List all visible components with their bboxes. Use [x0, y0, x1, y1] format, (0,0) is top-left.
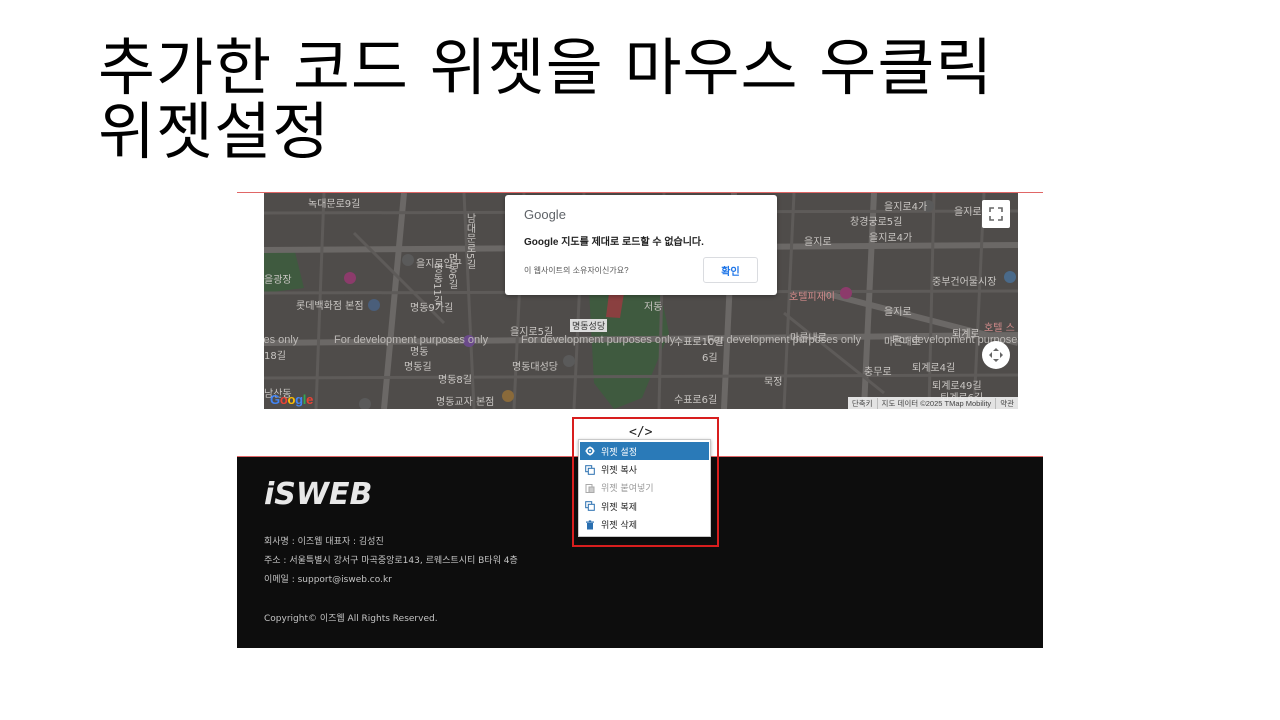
menu-item-widget-settings[interactable]: 위젯 설정 [580, 442, 709, 461]
copyright: Copyright© 이즈웹 All Rights Reserved. [264, 614, 438, 624]
fullscreen-icon [989, 207, 1003, 221]
map-label: 6길 [702, 353, 718, 364]
map-label: 롯데백화점 본점 [296, 301, 364, 312]
menu-item-widget-paste[interactable]: 위젯 붙여넣기 [580, 479, 709, 497]
google-wordmark: Google [524, 207, 566, 222]
address-info: 주소 : 서울특별시 강서구 마곡중앙로143, 르웨스트시티 B타워 4층 [264, 556, 518, 566]
isweb-logo: iSWEB [264, 477, 373, 512]
map-label: 남대문로5길 [464, 213, 475, 270]
slide-title-line1: 추가한 코드 위젯을 마우스 우클릭 [98, 31, 994, 104]
map-label: 명동11길 [431, 263, 442, 306]
map-label: 퇴계로4길 [912, 363, 956, 374]
map-label: 저동 [644, 302, 663, 313]
menu-item-label: 위젯 붙여넣기 [601, 484, 654, 495]
owner-question: 이 웹사이트의 소유자이신가요? [524, 266, 629, 275]
map-label: 묵정 [764, 377, 783, 388]
map-attribution: 단축키 지도 데이터 ©2025 TMap Mobility 약관 [847, 397, 1018, 409]
map-label: 녹대문로9길 [308, 199, 361, 210]
duplicate-icon [585, 501, 595, 512]
ok-button[interactable]: 확인 [703, 257, 758, 283]
company-info: 회사명 : 이즈웹 대표자 : 김성진 [264, 537, 384, 547]
google-logo: Google [270, 392, 314, 407]
map-label: 을지로4가 [884, 202, 928, 213]
map-error-dialog: Google Google 지도를 제대로 로드할 수 없습니다. 이 웹사이트… [505, 195, 777, 295]
gear-icon [585, 446, 595, 456]
map-label: 중부건어물시장 [932, 277, 997, 288]
map-label: 명동6길 [446, 253, 457, 290]
map-label: 을지로 [804, 237, 832, 248]
slide-title-line2: 위젯설정 [98, 95, 331, 168]
fullscreen-button[interactable] [982, 200, 1010, 228]
map-label: 충무로 [864, 367, 892, 378]
map-label: 명동길 [404, 362, 432, 373]
dev-watermark: For development purposes only [334, 334, 489, 346]
terms-link[interactable]: 약관 [996, 398, 1018, 409]
map-label: 을지로 [884, 307, 912, 318]
menu-item-label: 위젯 복제 [601, 502, 637, 513]
map-widget[interactable]: 녹대문로9길 을지로입구 롯데백화점 본점 명동9가길 명동성당 명동대성당 수… [264, 193, 1018, 409]
pan-control-button[interactable] [982, 341, 1010, 369]
dev-watermark: For development purposes only [707, 334, 862, 346]
email-info: 이메일 : support@isweb.co.kr [264, 575, 392, 585]
map-label: 명동교자 본점 [436, 397, 495, 408]
menu-item-label: 위젯 설정 [601, 447, 637, 458]
map-label: 을광장 [264, 275, 292, 286]
menu-item-widget-copy[interactable]: 위젯 복사 [580, 460, 709, 478]
map-label: 창경궁로5길 [850, 217, 903, 228]
map-label: 호텔피제이 [789, 292, 835, 303]
menu-item-widget-delete[interactable]: 위젯 삭제 [580, 516, 709, 534]
copy-icon [585, 464, 595, 475]
menu-item-widget-duplicate[interactable]: 위젯 복제 [580, 497, 709, 515]
paste-icon [585, 483, 595, 493]
menu-item-label: 위젯 삭제 [601, 521, 637, 532]
map-data-text: 지도 데이터 ©2025 TMap Mobility [878, 397, 997, 409]
menu-item-label: 위젯 복사 [601, 466, 637, 477]
map-label: 호텔 스 [984, 323, 1015, 334]
map-error-message: Google 지도를 제대로 로드할 수 없습니다. [524, 237, 704, 248]
keyboard-shortcuts-link[interactable]: 단축키 [848, 397, 878, 409]
pan-control-icon [989, 348, 1003, 362]
dev-watermark: For development purposes only [521, 334, 676, 346]
widget-context-menu: 위젯 설정 위젯 복사 위젯 붙여넣기 위젯 복제 위젯 삭제 [578, 439, 711, 537]
dev-watermark: ses only [264, 334, 299, 346]
map-label: 을지로4가 [869, 233, 913, 244]
map-label: 수표로6길 [674, 395, 718, 406]
slide-title: 추가한 코드 위젯을 마우스 우클릭 위젯설정 [98, 36, 1198, 164]
trash-icon [585, 520, 595, 530]
map-label: 명동대성당 [512, 362, 558, 373]
map-label: 명동성당 [570, 319, 608, 332]
map-label: 명동8길 [438, 375, 472, 386]
map-label: 18길 [264, 351, 286, 362]
